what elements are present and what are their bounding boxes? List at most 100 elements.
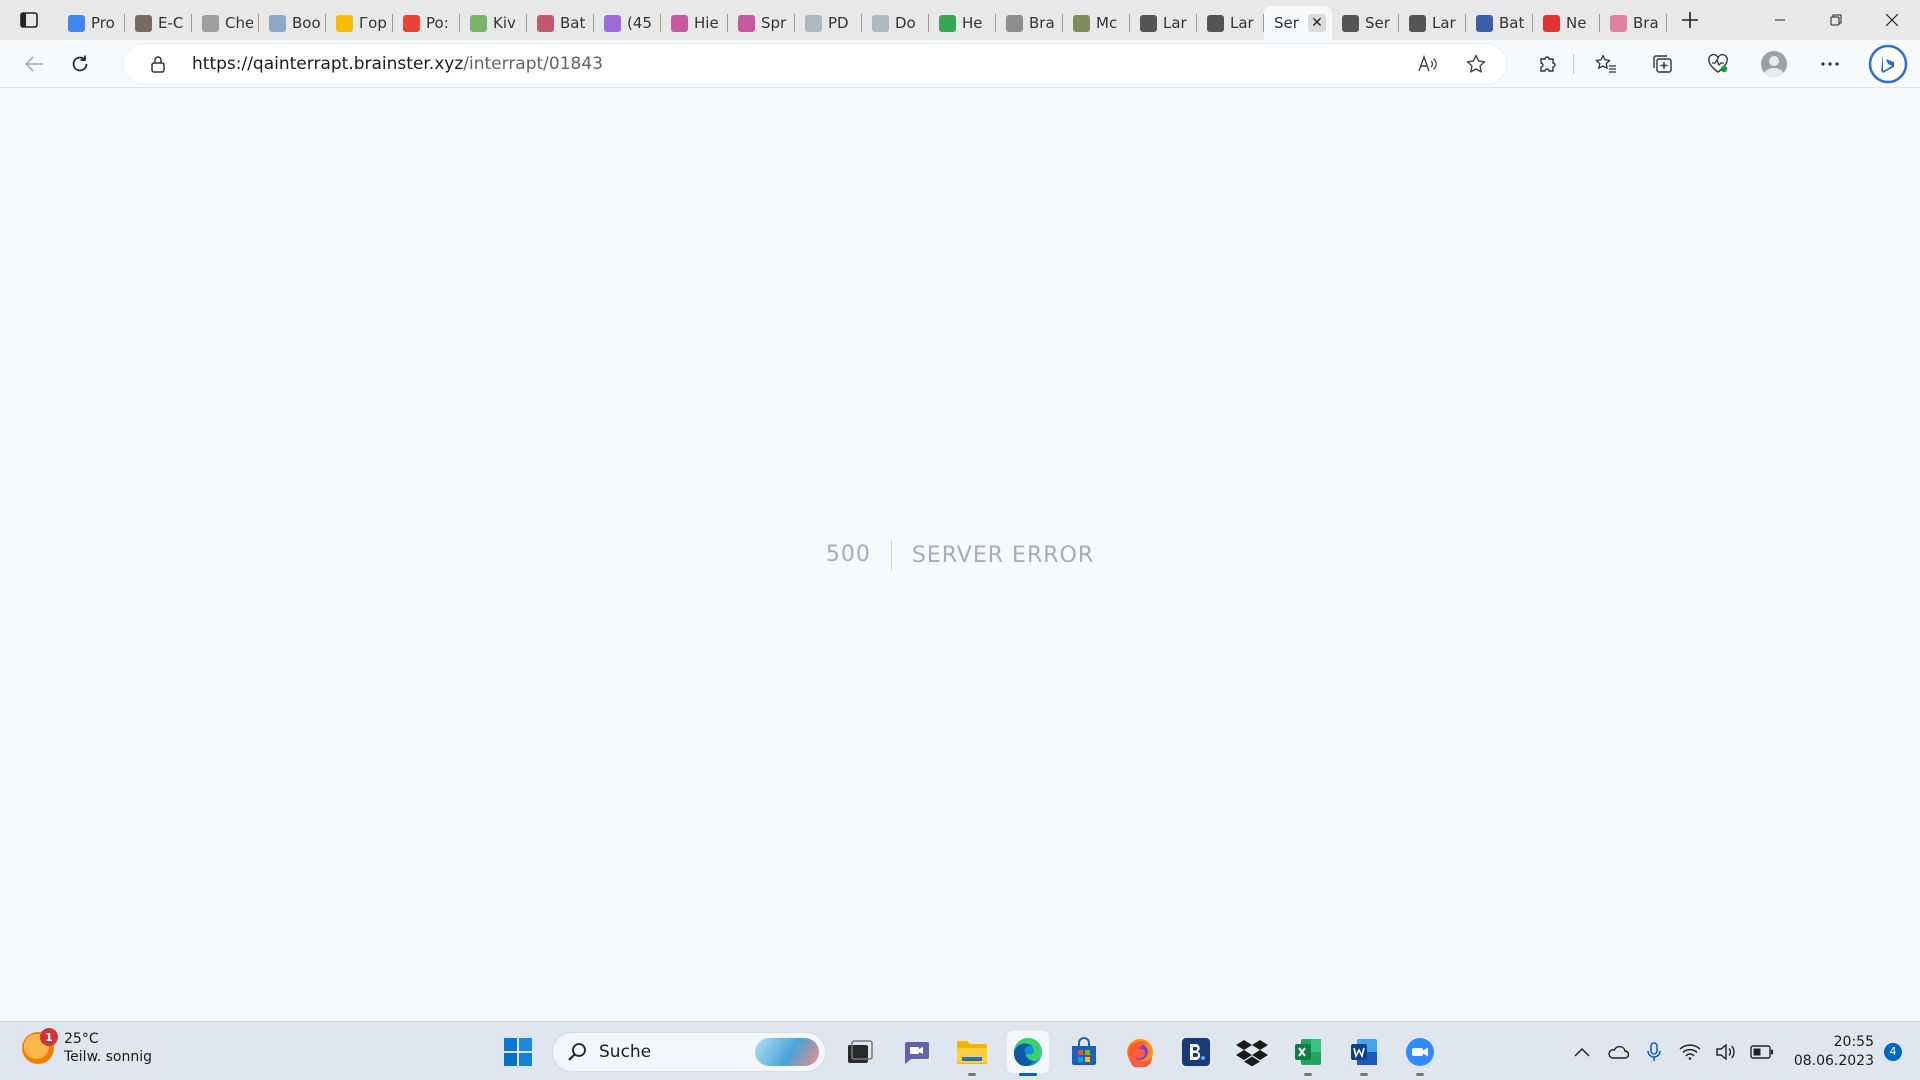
browser-tab[interactable]: He [929, 6, 996, 40]
clock-button[interactable]: 20:55 08.06.2023 [1794, 1033, 1874, 1071]
search-label: Suche [599, 1042, 652, 1062]
volume-button[interactable] [1708, 1032, 1744, 1072]
browser-tab[interactable]: Bat [527, 6, 594, 40]
settings-menu-button[interactable] [1810, 44, 1850, 84]
minimize-icon [1775, 19, 1785, 21]
search-highlight-image [755, 1038, 819, 1066]
new-tab-button[interactable] [1667, 0, 1713, 40]
browser-tab[interactable]: Spr [728, 6, 795, 40]
browser-tab[interactable]: Ne [1533, 6, 1600, 40]
browser-tab[interactable]: Гор [326, 6, 393, 40]
cloud-icon [1608, 1045, 1629, 1059]
browser-tab[interactable]: Lar [1197, 6, 1264, 40]
tab-strip: Pro E-C Che Boo Гор Po: Kiv Bat (45 Hie Spr PD Do He B… [0, 0, 1920, 40]
browser-tab[interactable]: PD [795, 6, 862, 40]
browser-essentials-button[interactable] [1698, 44, 1738, 84]
tab-title: Pro [91, 14, 115, 32]
page-icon [202, 14, 219, 32]
address-bar[interactable]: https://qainterrapt.brainster.xyz/interr… [124, 44, 1506, 84]
tab-title: Bra [1633, 14, 1659, 32]
tab-title: Bat [1499, 14, 1525, 32]
lock-icon[interactable] [148, 55, 168, 73]
bing-copilot-button[interactable] [1866, 44, 1910, 84]
collections-button[interactable] [1642, 44, 1682, 84]
microphone-button[interactable] [1636, 1032, 1672, 1072]
close-window-button[interactable] [1864, 0, 1920, 40]
favorite-star-button[interactable] [1456, 44, 1496, 84]
tab-title: Bra [1029, 14, 1055, 32]
browser-tab[interactable]: Lar [1399, 6, 1466, 40]
browser-tab[interactable]: Do [862, 6, 929, 40]
task-view-button[interactable] [839, 1031, 881, 1073]
close-icon [1885, 13, 1899, 27]
browser-tab[interactable]: E-C [125, 6, 192, 40]
tab-actions-button[interactable] [0, 0, 58, 40]
favorites-button[interactable] [1586, 44, 1626, 84]
browser-tab[interactable]: Che [192, 6, 259, 40]
site-icon [269, 14, 286, 32]
chat-icon [905, 1042, 929, 1064]
firefox-icon [1127, 1039, 1153, 1067]
tab-active[interactable]: Ser ✕ [1264, 6, 1332, 40]
tab-title: Hie [694, 14, 719, 32]
browser-tab[interactable]: Kiv [460, 6, 527, 40]
weather-widget[interactable]: 1 25°C Teilw. sonnig [22, 1028, 153, 1066]
weather-description: Teilw. sonnig [64, 1049, 153, 1065]
profile-button[interactable] [1754, 44, 1794, 84]
tab-title: Spr [761, 14, 787, 32]
globe-icon [1006, 14, 1023, 32]
notification-badge[interactable]: 4 [1884, 1042, 1902, 1061]
browser-tab[interactable]: Bat [1466, 6, 1533, 40]
start-button[interactable] [497, 1031, 539, 1073]
minimize-button[interactable] [1752, 0, 1808, 40]
url-text[interactable]: https://qainterrapt.brainster.xyz/interr… [192, 54, 603, 74]
tab-title: Kiv [493, 14, 516, 32]
show-hidden-icons-button[interactable] [1564, 1032, 1600, 1072]
browser-tab[interactable]: Hie [661, 6, 728, 40]
browser-tab[interactable]: Mc [1063, 6, 1130, 40]
browser-tab[interactable]: Boo [259, 6, 326, 40]
booking-button[interactable] [1175, 1031, 1217, 1073]
tab-title: Mc [1096, 14, 1118, 32]
refresh-button[interactable] [58, 44, 102, 84]
booking-icon [1182, 1038, 1210, 1066]
browser-tab[interactable]: Po: [393, 6, 460, 40]
firefox-button[interactable] [1119, 1031, 1161, 1073]
browser-tab[interactable]: Bra [996, 6, 1063, 40]
restore-button[interactable] [1808, 0, 1864, 40]
mail-icon [604, 14, 621, 32]
bing-icon [1868, 44, 1908, 84]
more-icon [1821, 62, 1839, 66]
taskbar-search[interactable]: Suche [553, 1033, 825, 1071]
favorites-icon [1595, 54, 1616, 73]
excel-button[interactable] [1287, 1031, 1329, 1076]
extensions-button[interactable] [1527, 44, 1567, 84]
battery-button[interactable] [1744, 1032, 1780, 1072]
file-explorer-button[interactable] [951, 1031, 993, 1076]
tab-title: Lar [1163, 14, 1187, 32]
browser-tab[interactable]: (45 [594, 6, 661, 40]
browser-tab[interactable]: Ser [1332, 6, 1399, 40]
microsoft-store-button[interactable] [1063, 1031, 1105, 1073]
read-aloud-button[interactable] [1408, 44, 1448, 84]
leaf-icon [470, 14, 487, 32]
teams-chat-button[interactable] [895, 1031, 937, 1073]
word-button[interactable] [1343, 1031, 1385, 1076]
browser-tab[interactable]: Bra [1600, 6, 1667, 40]
edge-button[interactable] [1007, 1031, 1049, 1076]
onedrive-button[interactable] [1600, 1032, 1636, 1072]
clock-time: 20:55 [1833, 1033, 1874, 1050]
browser-tab[interactable]: Pro [58, 6, 125, 40]
close-tab-icon[interactable]: ✕ [1308, 14, 1326, 32]
star-icon [1466, 54, 1486, 73]
running-indicator [1304, 1073, 1312, 1076]
back-button[interactable] [12, 44, 56, 84]
zoom-button[interactable] [1399, 1031, 1441, 1076]
wifi-button[interactable] [1672, 1032, 1708, 1072]
refresh-icon [72, 55, 88, 71]
dropbox-button[interactable] [1231, 1031, 1273, 1073]
read-aloud-icon [1418, 55, 1437, 72]
avatar [1761, 51, 1787, 77]
browser-tab[interactable]: Lar [1130, 6, 1197, 40]
word-icon [1351, 1039, 1377, 1065]
